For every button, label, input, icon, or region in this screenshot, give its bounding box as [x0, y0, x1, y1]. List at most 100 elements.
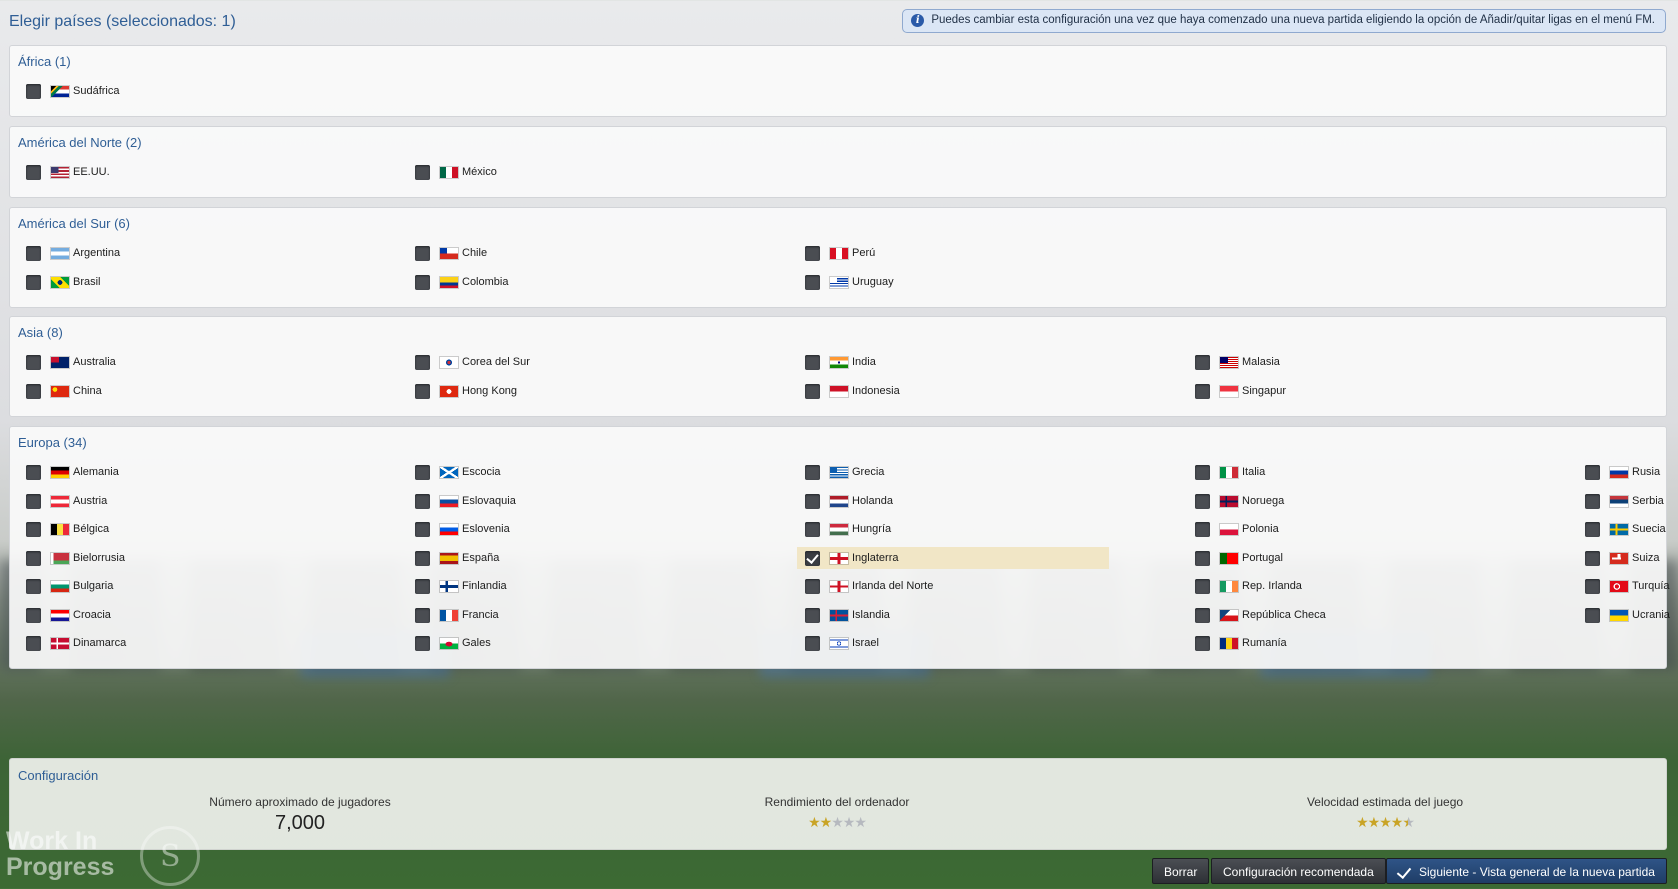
country-option[interactable]: México	[407, 161, 719, 183]
country-option[interactable]: Alemania	[18, 461, 330, 483]
country-checkbox[interactable]	[26, 84, 41, 99]
country-checkbox[interactable]	[415, 493, 430, 509]
country-checkbox[interactable]	[805, 493, 820, 509]
country-checkbox[interactable]	[415, 246, 430, 261]
country-option[interactable]: Israel	[797, 632, 1109, 654]
country-option[interactable]: Austria	[18, 490, 330, 512]
country-option[interactable]: Portugal	[1187, 547, 1499, 569]
country-option[interactable]: Argentina	[18, 242, 330, 264]
country-option[interactable]: Francia	[407, 604, 719, 626]
country-checkbox[interactable]	[1585, 607, 1600, 623]
country-checkbox[interactable]	[26, 550, 41, 566]
country-option[interactable]: Colombia	[407, 271, 719, 293]
country-checkbox[interactable]	[26, 465, 41, 480]
country-checkbox[interactable]	[805, 355, 820, 370]
country-checkbox[interactable]	[26, 165, 41, 180]
country-checkbox[interactable]	[415, 274, 430, 290]
country-option[interactable]: Brasil	[18, 271, 330, 293]
country-checkbox[interactable]	[415, 550, 430, 566]
country-checkbox[interactable]	[1585, 550, 1600, 566]
country-option[interactable]: Rumanía	[1187, 632, 1499, 654]
country-checkbox[interactable]	[415, 355, 430, 370]
country-option[interactable]: Hungría	[797, 518, 1109, 540]
country-option[interactable]: Uruguay	[797, 271, 1109, 293]
country-option[interactable]: Malasia	[1187, 351, 1499, 373]
country-option[interactable]: Irlanda del Norte	[797, 575, 1109, 597]
country-checkbox[interactable]	[415, 522, 430, 537]
country-option[interactable]: Hong Kong	[407, 380, 719, 402]
country-option[interactable]: Bulgaria	[18, 575, 330, 597]
country-checkbox[interactable]	[1195, 493, 1210, 509]
next-button[interactable]: Siguiente - Vista general de la nueva pa…	[1386, 858, 1667, 884]
country-option[interactable]: EE.UU.	[18, 161, 330, 183]
country-checkbox[interactable]	[1195, 607, 1210, 623]
country-option[interactable]: Turquía	[1577, 575, 1678, 597]
country-option[interactable]: Singapur	[1187, 380, 1499, 402]
country-checkbox[interactable]	[26, 246, 41, 261]
clear-button[interactable]: Borrar	[1152, 858, 1210, 884]
country-checkbox[interactable]	[415, 165, 430, 180]
country-checkbox[interactable]	[1585, 465, 1600, 480]
country-option[interactable]: Corea del Sur	[407, 351, 719, 373]
country-option[interactable]: India	[797, 351, 1109, 373]
country-checkbox[interactable]	[805, 522, 820, 537]
country-checkbox[interactable]	[1585, 493, 1600, 509]
country-checkbox[interactable]	[805, 383, 820, 399]
country-option[interactable]: Italia	[1187, 461, 1499, 483]
country-option[interactable]: Indonesia	[797, 380, 1109, 402]
country-checkbox[interactable]	[805, 579, 820, 594]
country-checkbox[interactable]	[26, 383, 41, 399]
country-option[interactable]: Rep. Irlanda	[1187, 575, 1499, 597]
country-checkbox[interactable]	[1195, 522, 1210, 537]
country-checkbox[interactable]	[26, 493, 41, 509]
country-checkbox[interactable]	[805, 550, 820, 566]
country-option[interactable]: Escocia	[407, 461, 719, 483]
country-option[interactable]: Australia	[18, 351, 330, 373]
country-checkbox[interactable]	[1585, 579, 1600, 594]
country-option[interactable]: Eslovaquia	[407, 490, 719, 512]
country-checkbox[interactable]	[415, 383, 430, 399]
country-option[interactable]: China	[18, 380, 330, 402]
country-checkbox[interactable]	[415, 465, 430, 480]
country-checkbox[interactable]	[805, 465, 820, 480]
country-checkbox[interactable]	[26, 579, 41, 594]
country-option[interactable]: Sudáfrica	[18, 80, 330, 102]
country-option[interactable]: Inglaterra	[797, 546, 1109, 569]
country-option[interactable]: Croacia	[18, 604, 330, 626]
country-checkbox[interactable]	[805, 246, 820, 261]
country-checkbox[interactable]	[805, 607, 820, 623]
country-option[interactable]: Perú	[797, 242, 1109, 264]
country-option[interactable]: Noruega	[1187, 490, 1499, 512]
country-checkbox[interactable]	[1195, 579, 1210, 594]
country-checkbox[interactable]	[1585, 522, 1600, 537]
country-option[interactable]: Polonia	[1187, 518, 1499, 540]
country-option[interactable]: Bielorrusia	[18, 547, 330, 569]
country-option[interactable]: República Checa	[1187, 604, 1499, 626]
country-option[interactable]: Gales	[407, 632, 719, 654]
country-option[interactable]: Grecia	[797, 461, 1109, 483]
country-option[interactable]: España	[407, 547, 719, 569]
recommended-config-button[interactable]: Configuración recomendada	[1211, 858, 1386, 884]
country-checkbox[interactable]	[26, 355, 41, 370]
country-option[interactable]: Holanda	[797, 490, 1109, 512]
country-option[interactable]: Chile	[407, 242, 719, 264]
country-option[interactable]: Suecia	[1577, 518, 1678, 540]
country-checkbox[interactable]	[415, 579, 430, 594]
country-option[interactable]: Suiza	[1577, 547, 1678, 569]
country-checkbox[interactable]	[26, 636, 41, 651]
country-option[interactable]: Bélgica	[18, 518, 330, 540]
country-checkbox[interactable]	[805, 636, 820, 651]
country-checkbox[interactable]	[1195, 550, 1210, 566]
country-checkbox[interactable]	[1195, 465, 1210, 480]
country-option[interactable]: Rusia	[1577, 461, 1678, 483]
country-checkbox[interactable]	[26, 522, 41, 537]
country-checkbox[interactable]	[26, 274, 41, 290]
country-option[interactable]: Serbia	[1577, 490, 1678, 512]
country-checkbox[interactable]	[415, 636, 430, 651]
country-option[interactable]: Islandia	[797, 604, 1109, 626]
country-checkbox[interactable]	[805, 274, 820, 290]
country-option[interactable]: Ucrania	[1577, 604, 1678, 626]
country-checkbox[interactable]	[26, 607, 41, 623]
country-option[interactable]: Dinamarca	[18, 632, 330, 654]
country-option[interactable]: Eslovenia	[407, 518, 719, 540]
